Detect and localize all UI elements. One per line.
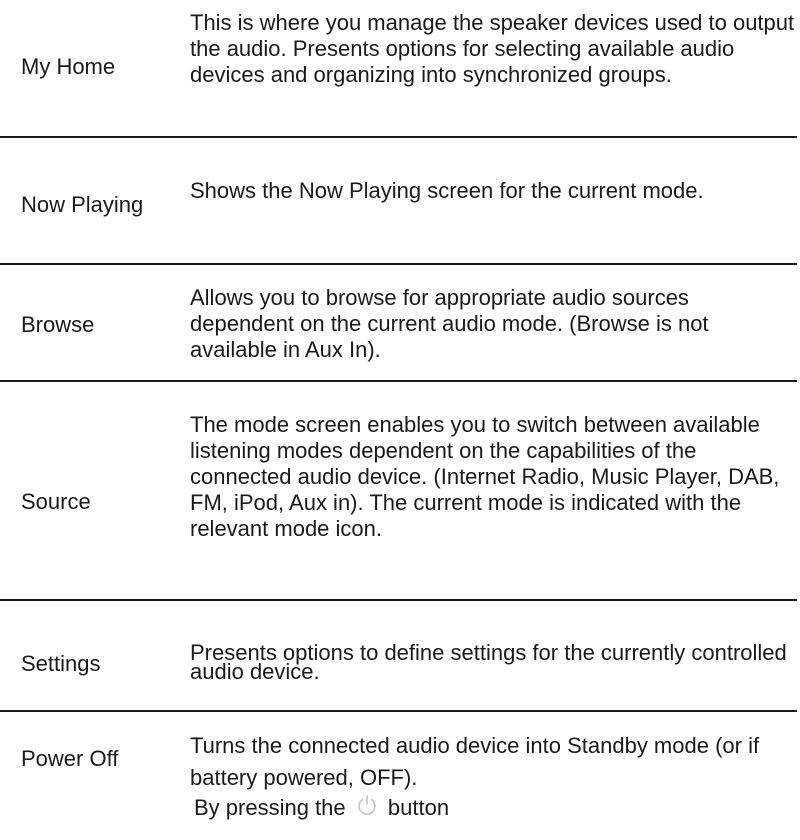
power-note-suffix: button [387,795,450,820]
table-row: Power Off Turns the connected audio devi… [0,712,800,840]
row-term: Now Playing [21,192,144,217]
row-description: The mode screen enables you to switch be… [190,412,780,541]
power-note-prefix: By pressing the [194,795,346,820]
table-row: Source The mode screen enables you to sw… [0,382,800,600]
row-description: Turns the connected audio device into St… [190,730,795,827]
row-term: Power Off [21,746,119,771]
row-description: This is where you manage the speaker dev… [190,10,795,87]
row-description: Presents options to define settings for … [190,640,787,684]
table-row: My Home This is where you manage the spe… [0,0,800,150]
row-term: Browse [21,312,95,337]
row-term: Settings [21,651,101,676]
power-note: By pressing the button [190,792,795,827]
table-row: Browse Allows you to browse for appropri… [0,265,800,380]
row-description-text: Turns the connected audio device into St… [190,733,760,790]
power-icon [354,792,380,827]
table-row: Now Playing Shows the Now Playing screen… [0,138,800,264]
row-term: Source [21,489,91,514]
table-row: Settings Presents options to define sett… [0,601,800,711]
row-description: Allows you to browse for appropriate aud… [190,285,709,362]
row-term: My Home [21,54,116,79]
row-description: Shows the Now Playing screen for the cur… [190,178,704,203]
